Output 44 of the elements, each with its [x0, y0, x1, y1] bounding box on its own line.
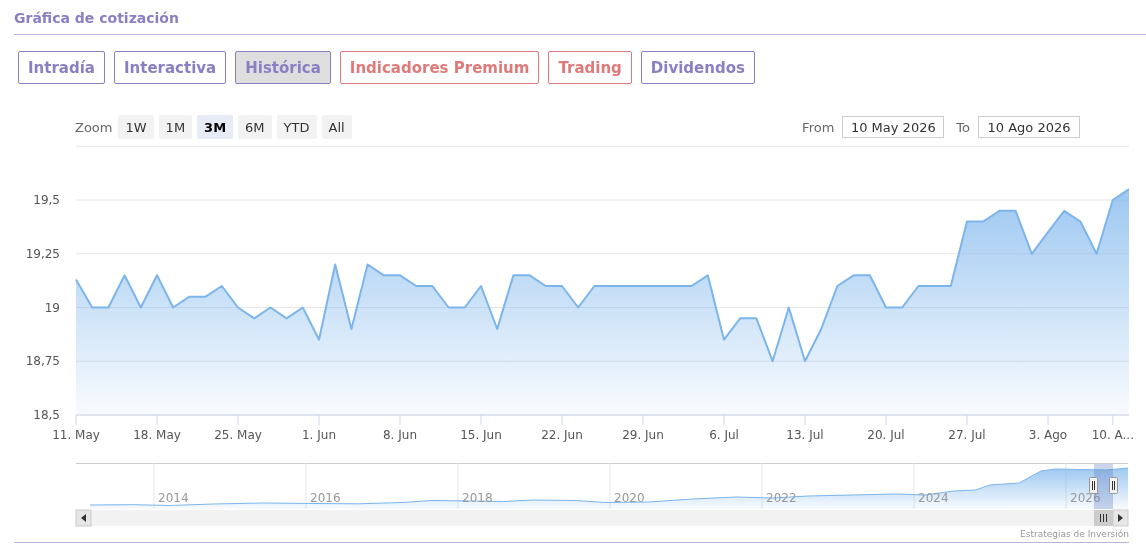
- to-label: To: [956, 119, 970, 135]
- y-axis-label: 18,75: [25, 354, 60, 369]
- section-title: Gráfica de cotización: [14, 9, 180, 28]
- x-axis-label: 29. Jun: [622, 428, 664, 442]
- year-label: 2016: [310, 491, 341, 505]
- x-axis-label: 1. Jun: [302, 428, 336, 442]
- to-date-field[interactable]: 10 Ago 2026: [978, 116, 1080, 138]
- from-label: From: [802, 119, 835, 135]
- x-axis-label: 15. Jun: [460, 428, 502, 442]
- x-axis-label: 8. Jun: [383, 428, 417, 442]
- y-axis-label: 19,25: [25, 246, 60, 261]
- year-label: 2026: [1070, 491, 1101, 505]
- zoom-button[interactable]: 6M: [238, 115, 272, 139]
- y-axis-label: 19: [44, 300, 60, 315]
- scroll-right-button[interactable]: [1112, 509, 1129, 527]
- zoom-button[interactable]: All: [321, 115, 352, 139]
- x-axis-label: 20. Jul: [867, 428, 905, 442]
- x-axis-label: 22. Jun: [541, 428, 583, 442]
- x-axis-label: 18. May: [133, 428, 181, 442]
- chart-tab[interactable]: Interactiva: [113, 51, 227, 84]
- scroll-left-button[interactable]: [75, 509, 92, 527]
- y-axis-label: 19,5: [33, 193, 60, 207]
- chart-credit: Estrategias de Inversión: [1020, 529, 1129, 539]
- x-axis-label: 11. May: [52, 428, 100, 442]
- zoom-button[interactable]: 1M: [158, 115, 193, 139]
- zoom-label: Zoom: [75, 119, 113, 135]
- year-label: 2024: [918, 491, 949, 505]
- chart-tab[interactable]: Intradía: [18, 51, 105, 84]
- x-axis-label: 13. Jul: [786, 428, 824, 442]
- chart-tab[interactable]: Dividendos: [640, 51, 755, 84]
- zoom-button[interactable]: YTD: [276, 115, 317, 139]
- x-axis-label: 25. May: [214, 428, 262, 442]
- x-axis-label: 3. Ago: [1028, 428, 1068, 442]
- x-axis-label: 27. Jul: [948, 428, 986, 442]
- x-axis-label: 6. Jul: [709, 428, 739, 442]
- zoom-button[interactable]: 1W: [118, 115, 154, 139]
- right-handle[interactable]: [1109, 477, 1118, 494]
- x-axis-label: 10. A...: [1091, 428, 1134, 442]
- year-label: 2014: [158, 491, 189, 505]
- zoom-button[interactable]: 3M: [197, 115, 234, 139]
- from-date-field[interactable]: 10 May 2026: [842, 116, 945, 138]
- left-handle[interactable]: [1089, 477, 1098, 494]
- year-label: 2020: [614, 491, 645, 505]
- y-axis-label: 18,5: [33, 408, 60, 422]
